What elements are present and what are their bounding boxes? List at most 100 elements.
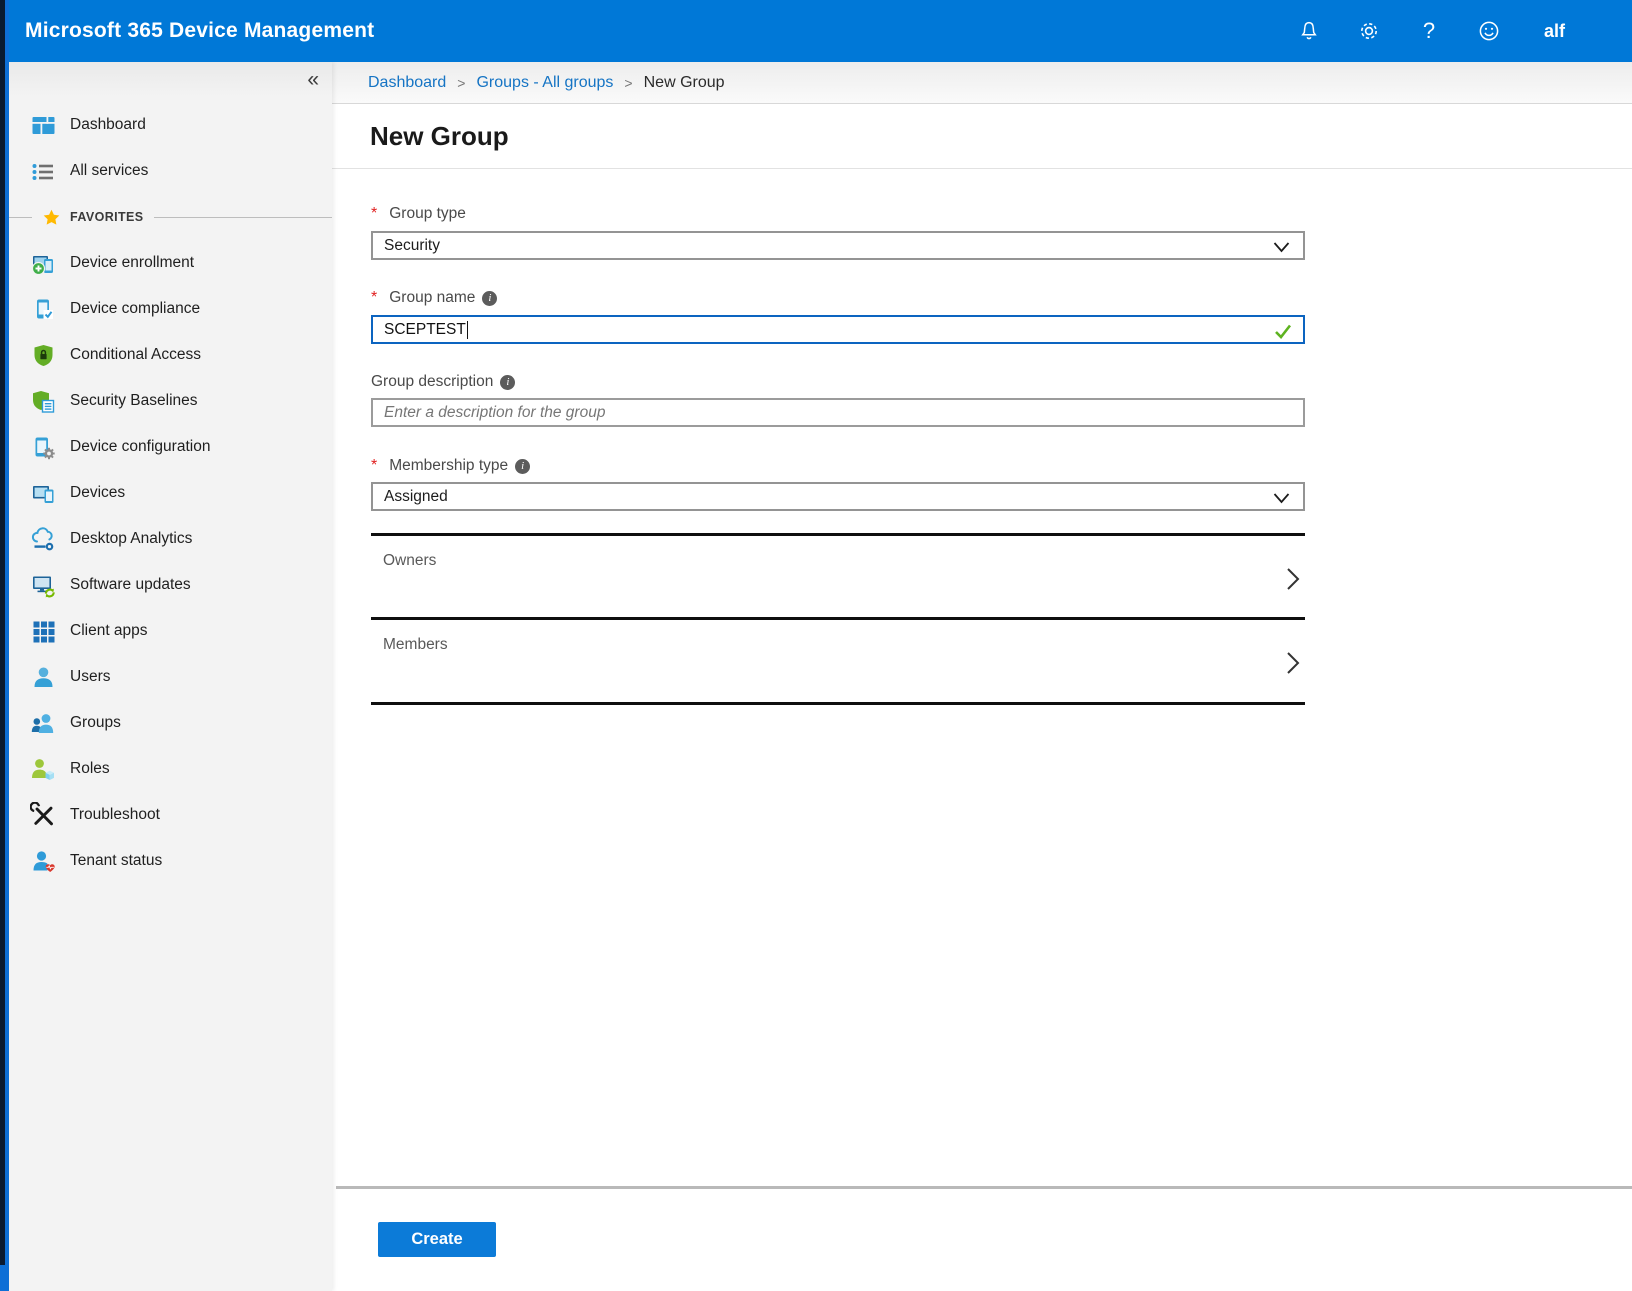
software-updates-icon [30, 572, 57, 599]
group-name-input[interactable]: SCEPTEST [371, 315, 1305, 344]
sidebar-item-all-services[interactable]: All services [9, 148, 332, 194]
sidebar-item-security-baselines[interactable]: Security Baselines [9, 378, 332, 424]
favorites-label: FAVORITES [70, 210, 144, 224]
sidebar-item-device-configuration[interactable]: Device configuration [9, 424, 332, 470]
security-baselines-icon [30, 388, 57, 415]
sidebar-item-label: Groups [70, 714, 121, 732]
sidebar-item-dashboard[interactable]: Dashboard [9, 102, 332, 148]
members-label: Members [383, 636, 448, 654]
title-bar: New Group [332, 104, 1632, 169]
sidebar-item-label: Software updates [70, 576, 191, 594]
sidebar-item-desktop-analytics[interactable]: Desktop Analytics [9, 516, 332, 562]
sidebar-item-device-compliance[interactable]: Device compliance [9, 286, 332, 332]
breadcrumb-separator: > [457, 75, 465, 91]
required-asterisk: * [371, 456, 377, 476]
membership-type-select[interactable]: Assigned [371, 482, 1305, 511]
roles-icon [30, 756, 57, 783]
chevron-down-icon [1273, 241, 1290, 253]
chevron-right-icon [1286, 567, 1300, 591]
groups-icon [30, 710, 57, 737]
sidebar-item-label: Roles [70, 760, 110, 778]
breadcrumb-separator: > [624, 75, 632, 91]
settings-gear-icon[interactable] [1356, 18, 1382, 44]
info-icon[interactable]: i [500, 375, 515, 390]
device-compliance-icon [30, 296, 57, 323]
valid-check-icon [1273, 321, 1293, 341]
breadcrumb-current: New Group [644, 74, 725, 92]
assignment-sections: Owners Members [371, 533, 1305, 705]
left-edge-strip [0, 0, 9, 1291]
sidebar-item-troubleshoot[interactable]: Troubleshoot [9, 792, 332, 838]
group-type-label: * Group type [371, 204, 466, 224]
group-name-label: * Group name i [371, 288, 497, 308]
sidebar-item-users[interactable]: Users [9, 654, 332, 700]
divider [154, 217, 332, 218]
all-services-icon [30, 158, 57, 185]
breadcrumb: Dashboard > Groups - All groups > New Gr… [332, 62, 1632, 104]
sidebar-item-devices[interactable]: Devices [9, 470, 332, 516]
sidebar-item-conditional-access[interactable]: Conditional Access [9, 332, 332, 378]
sidebar-item-client-apps[interactable]: Client apps [9, 608, 332, 654]
membership-type-label: * Membership type i [371, 456, 530, 476]
group-type-select[interactable]: Security [371, 231, 1305, 260]
sidebar-item-label: Users [70, 668, 110, 686]
owners-label: Owners [383, 552, 436, 570]
sidebar-item-label: Dashboard [70, 116, 146, 134]
device-enrollment-icon [30, 250, 57, 277]
sidebar-item-label: Security Baselines [70, 392, 198, 410]
sidebar-item-tenant-status[interactable]: Tenant status [9, 838, 332, 884]
footer-divider [336, 1186, 1632, 1189]
main-content: * Group type Security * Group name i SCE… [332, 169, 1632, 1291]
info-icon[interactable]: i [515, 459, 530, 474]
group-description-input[interactable] [371, 398, 1305, 427]
devices-icon [30, 480, 57, 507]
sidebar-item-groups[interactable]: Groups [9, 700, 332, 746]
desktop-analytics-icon [30, 526, 57, 553]
owners-row[interactable]: Owners [371, 536, 1305, 620]
sidebar-item-label: Devices [70, 484, 125, 502]
required-asterisk: * [371, 204, 377, 224]
topbar-actions: ? alf [1296, 0, 1565, 62]
conditional-access-icon [30, 342, 57, 369]
tenant-status-icon [30, 848, 57, 875]
sidebar-item-label: Desktop Analytics [70, 530, 192, 548]
user-label[interactable]: alf [1544, 21, 1565, 42]
app-title: Microsoft 365 Device Management [25, 0, 374, 62]
sidebar-item-label: Conditional Access [70, 346, 201, 364]
divider [9, 217, 32, 218]
star-icon [42, 208, 61, 227]
sidebar-item-label: Client apps [70, 622, 148, 640]
sidebar-item-software-updates[interactable]: Software updates [9, 562, 332, 608]
feedback-smiley-icon[interactable] [1476, 18, 1502, 44]
chevron-right-icon [1286, 651, 1300, 675]
favorites-header: FAVORITES [9, 194, 332, 240]
members-row[interactable]: Members [371, 620, 1305, 705]
sidebar-item-label: Device compliance [70, 300, 200, 318]
breadcrumb-link-dashboard[interactable]: Dashboard [368, 74, 446, 92]
page-title: New Group [370, 121, 509, 152]
sidebar: « Dashboard All services FAVOR [9, 62, 332, 1291]
breadcrumb-link-groups-all-groups[interactable]: Groups - All groups [476, 74, 613, 92]
sidebar-item-label: All services [70, 162, 148, 180]
left-edge-strip-bottom [0, 1265, 9, 1291]
troubleshoot-icon [30, 802, 57, 829]
client-apps-icon [30, 618, 57, 645]
sidebar-item-label: Device configuration [70, 438, 210, 456]
info-icon[interactable]: i [482, 291, 497, 306]
sidebar-item-roles[interactable]: Roles [9, 746, 332, 792]
device-configuration-icon [30, 434, 57, 461]
sidebar-item-label: Tenant status [70, 852, 162, 870]
sidebar-collapse-button[interactable]: « [307, 69, 319, 90]
topbar: Microsoft 365 Device Management ? [0, 0, 1632, 62]
required-asterisk: * [371, 288, 377, 308]
dashboard-icon [30, 112, 57, 139]
sidebar-item-label: Device enrollment [70, 254, 194, 272]
chevron-down-icon [1273, 492, 1290, 504]
sidebar-item-device-enrollment[interactable]: Device enrollment [9, 240, 332, 286]
notifications-bell-icon[interactable] [1296, 18, 1322, 44]
group-description-label: Group description i [371, 372, 515, 392]
text-caret [467, 321, 468, 339]
create-button[interactable]: Create [378, 1222, 496, 1257]
help-icon[interactable]: ? [1416, 18, 1442, 44]
sidebar-item-label: Troubleshoot [70, 806, 160, 824]
